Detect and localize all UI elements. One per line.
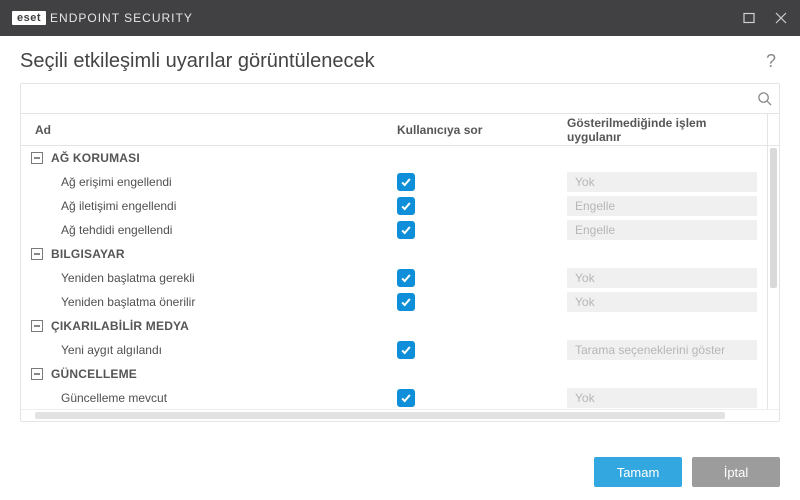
vertical-scrollbar[interactable]: [767, 146, 779, 409]
window-controls: [742, 11, 788, 25]
check-icon: [400, 224, 412, 236]
group-label: AĞ KORUMASI: [51, 151, 767, 165]
group-row: ÇIKARILABİLİR MEDYA: [21, 314, 767, 338]
minus-icon: [33, 250, 41, 258]
collapse-toggle[interactable]: [31, 320, 43, 332]
table-row: Ağ iletişimi engellendi Engelle: [21, 194, 767, 218]
action-field[interactable]: Tarama seçeneklerini göster: [567, 340, 757, 360]
group-row: BILGISAYAR: [21, 242, 767, 266]
table-row: Yeniden başlatma gerekli Yok: [21, 266, 767, 290]
brand-logo: eset: [12, 11, 46, 25]
item-label: Güncelleme mevcut: [61, 391, 397, 405]
search-row: [21, 84, 779, 114]
table-row: Ağ tehdidi engellendi Engelle: [21, 218, 767, 242]
horizontal-scrollbar-thumb[interactable]: [35, 412, 725, 419]
page-title: Seçili etkileşimli uyarılar görüntülenec…: [20, 50, 762, 73]
dialog-footer: Tamam İptal: [0, 444, 800, 500]
action-field[interactable]: Engelle: [567, 196, 757, 216]
minus-icon: [33, 322, 41, 330]
item-label: Yeni aygıt algılandı: [61, 343, 397, 357]
check-icon: [400, 272, 412, 284]
table-body: AĞ KORUMASIAğ erişimi engellendiYokAğ il…: [21, 146, 779, 409]
settings-panel: Ad Kullanıcıya sor Gösterilmediğinde işl…: [20, 83, 780, 422]
collapse-toggle[interactable]: [31, 152, 43, 164]
group-label: BILGISAYAR: [51, 247, 767, 261]
column-ask: Kullanıcıya sor: [397, 123, 567, 137]
ask-user-checkbox[interactable]: [397, 341, 415, 359]
table-row: Yeniden başlatma önerilir Yok: [21, 290, 767, 314]
collapse-toggle[interactable]: [31, 248, 43, 260]
action-field[interactable]: Yok: [567, 292, 757, 312]
item-label: Ağ tehdidi engellendi: [61, 223, 397, 237]
table-row: Ağ erişimi engellendi Yok: [21, 170, 767, 194]
minimize-button[interactable]: [742, 11, 756, 25]
check-icon: [400, 200, 412, 212]
search-icon[interactable]: [749, 91, 779, 106]
ok-button[interactable]: Tamam: [594, 457, 682, 487]
item-label: Ağ erişimi engellendi: [61, 175, 397, 189]
cancel-button[interactable]: İptal: [692, 457, 780, 487]
group-row: GÜNCELLEME: [21, 362, 767, 386]
ask-user-checkbox[interactable]: [397, 173, 415, 191]
group-label: ÇIKARILABİLİR MEDYA: [51, 319, 767, 333]
action-field[interactable]: Yok: [567, 388, 757, 408]
search-input[interactable]: [21, 91, 749, 106]
close-icon: [775, 12, 787, 24]
minimize-icon: [743, 12, 755, 24]
minus-icon: [33, 370, 41, 378]
ask-user-checkbox[interactable]: [397, 389, 415, 407]
minus-icon: [33, 154, 41, 162]
column-name: Ad: [21, 123, 397, 137]
ask-user-checkbox[interactable]: [397, 269, 415, 287]
item-label: Yeniden başlatma gerekli: [61, 271, 397, 285]
close-button[interactable]: [774, 11, 788, 25]
group-label: GÜNCELLEME: [51, 367, 767, 381]
action-field[interactable]: Yok: [567, 172, 757, 192]
brand: eset ENDPOINT SECURITY: [12, 11, 193, 25]
vertical-scrollbar-thumb[interactable]: [770, 148, 777, 288]
table-row: Güncelleme mevcut Yok: [21, 386, 767, 409]
collapse-toggle[interactable]: [31, 368, 43, 380]
help-button[interactable]: ?: [762, 51, 780, 72]
action-field[interactable]: Yok: [567, 268, 757, 288]
item-label: Yeniden başlatma önerilir: [61, 295, 397, 309]
horizontal-scrollbar[interactable]: [21, 409, 779, 421]
item-label: Ağ iletişimi engellendi: [61, 199, 397, 213]
column-action: Gösterilmediğinde işlem uygulanır: [567, 116, 767, 144]
check-icon: [400, 392, 412, 404]
action-field[interactable]: Engelle: [567, 220, 757, 240]
table-header: Ad Kullanıcıya sor Gösterilmediğinde işl…: [21, 114, 779, 146]
brand-name: ENDPOINT SECURITY: [50, 11, 193, 25]
ask-user-checkbox[interactable]: [397, 221, 415, 239]
titlebar: eset ENDPOINT SECURITY: [0, 0, 800, 36]
group-row: AĞ KORUMASI: [21, 146, 767, 170]
page-header: Seçili etkileşimli uyarılar görüntülenec…: [0, 36, 800, 83]
table-row: Yeni aygıt algılandı Tarama seçeneklerini…: [21, 338, 767, 362]
check-icon: [400, 296, 412, 308]
check-icon: [400, 176, 412, 188]
check-icon: [400, 344, 412, 356]
ask-user-checkbox[interactable]: [397, 293, 415, 311]
ask-user-checkbox[interactable]: [397, 197, 415, 215]
